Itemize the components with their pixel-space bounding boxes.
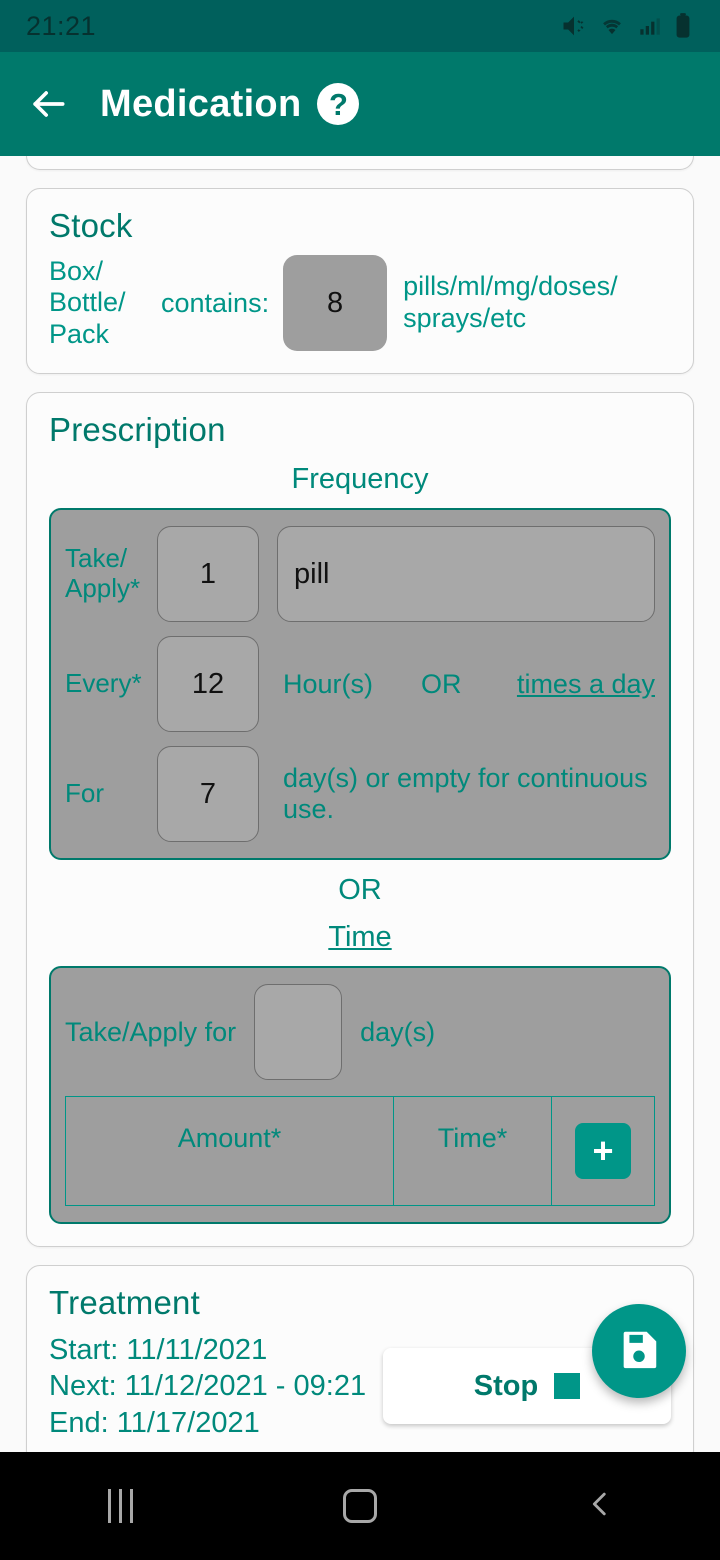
treatment-start: Start: 11/11/2021 (49, 1334, 268, 1366)
back-icon (583, 1487, 617, 1526)
save-floppy-icon (616, 1326, 662, 1377)
page-title: Medication (100, 82, 302, 125)
time-link[interactable]: Time (49, 921, 671, 954)
nav-home-button[interactable] (300, 1452, 420, 1560)
app-bar: Medication ? (0, 52, 720, 156)
nav-back-button[interactable] (540, 1452, 660, 1560)
save-fab-button[interactable] (592, 1304, 686, 1398)
time-block: Take/Apply for day(s) Amount* Time* + (49, 966, 671, 1224)
back-arrow-icon[interactable] (26, 82, 70, 126)
schedule-table-header: Amount* Time* + (65, 1096, 655, 1206)
every-label: Every* (65, 668, 142, 699)
stop-button-label: Stop (473, 1369, 539, 1402)
battery-icon (672, 12, 694, 40)
stock-row: Box/Bottle/Pack contains: 8 pills/ml/mg/… (49, 255, 671, 351)
treatment-end: End: 11/17/2021 (49, 1406, 260, 1439)
column-header-amount: Amount* (66, 1097, 394, 1205)
stock-card: Stock Box/Bottle/Pack contains: 8 pills/… (26, 188, 694, 374)
times-a-day-link[interactable]: times a day (517, 669, 655, 700)
nav-recents-button[interactable] (60, 1452, 180, 1560)
help-icon[interactable]: ? (317, 83, 360, 125)
prescription-card: Prescription Frequency Take/Apply* 1 pil… (26, 392, 694, 1247)
for-value-input[interactable]: 7 (157, 746, 259, 842)
take-apply-label: Take/Apply* (65, 543, 141, 603)
status-bar-clock: 21:21 (26, 10, 97, 41)
for-note-label: day(s) or empty for continuous use. (283, 763, 648, 824)
take-apply-row: Take/Apply* 1 pill (65, 526, 655, 622)
time-days-unit-label: day(s) (360, 1016, 436, 1047)
previous-card-partial (26, 156, 694, 170)
for-label: For (65, 778, 104, 809)
android-nav-bar (0, 1452, 720, 1560)
app-bar-title-group: Medication ? (100, 82, 360, 126)
recents-icon (107, 1489, 133, 1523)
stock-container-label: Box/Bottle/Pack (49, 256, 126, 349)
status-bar: 21:21 (0, 0, 720, 52)
mute-vibrate-icon (560, 12, 588, 40)
status-bar-icons (560, 12, 694, 40)
time-days-input[interactable] (254, 984, 343, 1080)
take-amount-input[interactable]: 1 (157, 526, 259, 622)
column-header-time: Time* (394, 1097, 552, 1205)
every-value-input[interactable]: 12 (157, 636, 259, 732)
prescription-title: Prescription (49, 411, 226, 448)
stock-contains-label: contains: (161, 287, 270, 318)
add-schedule-button[interactable]: + (575, 1123, 631, 1179)
wifi-icon (598, 12, 626, 40)
take-unit-input[interactable]: pill (277, 526, 655, 622)
cellular-signal-icon (636, 13, 662, 39)
treatment-dates: Start: 11/11/2021 Next: 11/12/2021 - 09:… (49, 1332, 383, 1441)
treatment-row: Start: 11/11/2021 Next: 11/12/2021 - 09:… (49, 1332, 671, 1441)
every-unit-label: Hour(s) (283, 668, 374, 699)
treatment-title: Treatment (49, 1284, 200, 1321)
stock-quantity-input[interactable]: 8 (283, 255, 388, 351)
frequency-label: Frequency (291, 463, 429, 495)
or-divider-label: OR (338, 874, 382, 906)
take-apply-for-label: Take/Apply for (65, 1016, 237, 1047)
stock-title: Stock (49, 207, 133, 244)
for-row: For 7 day(s) or empty for continuous use… (65, 746, 655, 842)
frequency-block: Take/Apply* 1 pill Every* 12 Hour(s) OR … (49, 508, 671, 860)
phone-screen: 21:21 Medication ? Stock Box/ Bottle/ Pa… (0, 0, 720, 1560)
stop-square-icon (554, 1373, 581, 1400)
home-icon (343, 1489, 377, 1523)
every-or-label: OR (421, 668, 462, 699)
scroll-content[interactable]: Stock Box/Bottle/Pack contains: 8 pills/… (0, 156, 720, 1452)
stock-units-label: pills/ml/mg/doses/sprays/etc (403, 271, 618, 333)
every-row: Every* 12 Hour(s) OR times a day (65, 636, 655, 732)
add-schedule-cell: + (552, 1097, 654, 1205)
take-apply-days-row: Take/Apply for day(s) (65, 984, 655, 1080)
treatment-next: Next: 11/12/2021 - 09:21 (49, 1370, 367, 1403)
